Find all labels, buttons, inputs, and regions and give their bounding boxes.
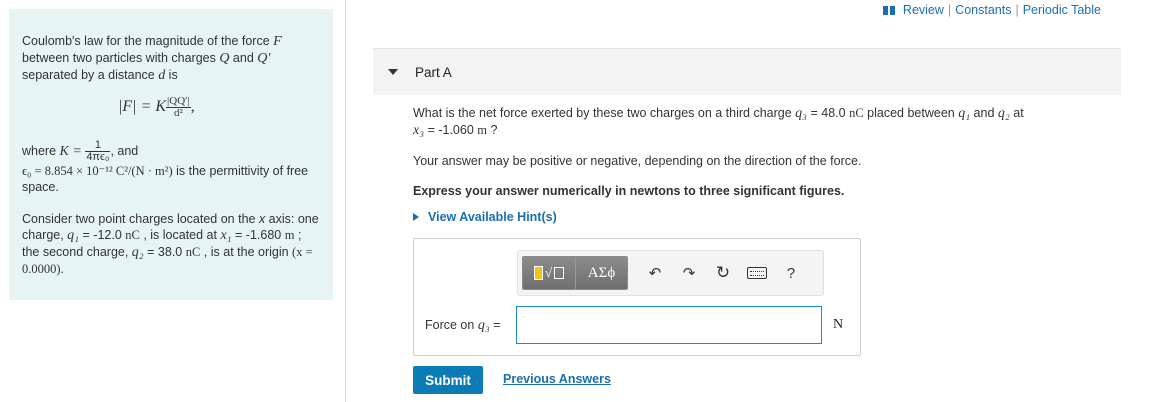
keyboard-shortcuts-button[interactable] xyxy=(744,258,770,288)
force-label: Force on q₃ = xyxy=(425,318,500,334)
K-definition: where K = 1 4πϵ₀, and xyxy=(22,140,320,163)
text: . xyxy=(60,262,65,276)
var-q3: q₃ xyxy=(477,318,490,333)
unit-nC: nC xyxy=(125,228,140,242)
formula-denominator: d² xyxy=(173,107,183,119)
keyboard-icon xyxy=(747,267,767,279)
text: , and xyxy=(110,143,139,158)
var-x3: x₃ xyxy=(413,123,425,138)
template-box-icon xyxy=(533,266,543,280)
text: Coulomb's law for the magnitude of the f… xyxy=(22,34,274,48)
review-icon xyxy=(882,5,896,15)
sign-note: Your answer may be positive or negative,… xyxy=(413,154,862,168)
view-hints-toggle[interactable]: View Available Hint(s) xyxy=(413,210,557,224)
text: ? xyxy=(487,123,498,137)
unit-nC: nC xyxy=(185,245,201,259)
formula-lhs: |F| = K xyxy=(118,98,167,116)
text: Force on xyxy=(425,318,478,332)
answer-instruction: Express your answer numerically in newto… xyxy=(413,184,845,198)
answer-box: √ ΑΣϕ ↶ ↷ ↻ ? Force on q₃ = N xyxy=(413,238,861,356)
text: = xyxy=(489,318,501,332)
q3-value: = 48.0 xyxy=(807,106,850,120)
separator: | xyxy=(1015,3,1019,17)
var-Qprime: Q′ xyxy=(257,51,271,66)
hints-label: View Available Hint(s) xyxy=(428,210,557,224)
top-links: Review | Constants | Periodic Table xyxy=(882,3,1101,17)
templates-button[interactable]: √ xyxy=(523,257,575,289)
text: , is at the origin xyxy=(200,245,293,259)
formula-comma: , xyxy=(190,98,195,116)
var-F: F xyxy=(273,34,282,49)
text: where xyxy=(22,143,60,158)
var-q3: q₃ xyxy=(795,106,808,121)
caret-down-icon[interactable] xyxy=(388,69,398,75)
text: and xyxy=(229,51,258,65)
previous-answers-link[interactable]: Previous Answers xyxy=(503,372,611,386)
greek-symbols-button[interactable]: ΑΣϕ xyxy=(575,257,627,289)
vertical-divider xyxy=(345,0,346,402)
epsilon-value: ϵ₀ = 8.854 × 10⁻¹² C²/(N · m²) xyxy=(22,164,173,178)
problem-setup: Consider two point charges located on th… xyxy=(22,211,320,277)
part-a-header[interactable]: Part A xyxy=(373,48,1121,95)
unit-nC: nC xyxy=(849,106,864,120)
undo-icon[interactable]: ↶ xyxy=(642,258,668,288)
caret-right-icon xyxy=(413,213,419,221)
epsilon-definition: ϵ₀ = 8.854 × 10⁻¹² C²/(N · m²) is the pe… xyxy=(22,163,320,195)
q1-value: = -12.0 xyxy=(79,228,126,242)
text: , is located at xyxy=(139,228,221,242)
unit-m: m xyxy=(477,123,487,137)
submit-button[interactable]: Submit xyxy=(413,366,483,394)
var-q1: q₁ xyxy=(958,106,971,121)
var-Q: Q xyxy=(219,51,230,66)
var-q2: q₂ xyxy=(131,245,144,260)
var-q2: q₂ xyxy=(997,106,1010,121)
sqrt-icon: √ xyxy=(544,265,553,280)
review-link[interactable]: Review xyxy=(903,3,944,17)
reset-icon[interactable]: ↻ xyxy=(710,258,736,288)
unit-label: N xyxy=(833,317,844,332)
unit-m: m xyxy=(284,228,295,242)
toolbar-template-group: √ ΑΣϕ xyxy=(522,256,628,290)
text: is xyxy=(165,68,178,82)
text: placed between xyxy=(863,106,959,120)
var-x1: x₁ xyxy=(220,228,232,243)
text: at xyxy=(1009,106,1024,120)
question-line: What is the net force exerted by these t… xyxy=(413,105,1113,139)
x1-value: = -1.680 xyxy=(231,228,285,242)
coulomb-intro: Coulomb's law for the magnitude of the f… xyxy=(22,33,320,84)
help-icon[interactable]: ? xyxy=(778,258,804,288)
constants-link[interactable]: Constants xyxy=(955,3,1011,17)
K-denominator: 4πϵ₀ xyxy=(86,151,110,163)
text: between two particles with charges xyxy=(22,51,220,65)
K-fraction: 1 4πϵ₀ xyxy=(85,140,111,163)
template-box-icon xyxy=(554,267,565,279)
var-q1: q₁ xyxy=(67,228,80,243)
question-text: What is the net force exerted by these t… xyxy=(413,105,1113,200)
text: Consider two point charges located on th… xyxy=(22,212,259,226)
part-title: Part A xyxy=(415,64,452,80)
text: What is the net force exerted by these t… xyxy=(413,106,796,120)
math-toolbar: √ ΑΣϕ ↶ ↷ ↻ ? xyxy=(517,250,824,296)
redo-icon[interactable]: ↷ xyxy=(676,258,702,288)
K-eq: K = xyxy=(59,143,82,159)
x3-value: = -1.060 xyxy=(424,123,478,137)
periodic-table-link[interactable]: Periodic Table xyxy=(1023,3,1101,17)
force-answer-input[interactable] xyxy=(516,306,822,344)
formula-fraction: |QQ′| d² xyxy=(166,96,191,119)
q2-value: = 38.0 xyxy=(143,245,186,259)
coulomb-formula: |F| = K |QQ′| d², xyxy=(22,96,320,126)
info-panel: Coulomb's law for the magnitude of the f… xyxy=(9,9,333,300)
text: separated by a distance xyxy=(22,68,159,82)
separator: | xyxy=(947,3,952,17)
text: and xyxy=(970,106,998,120)
